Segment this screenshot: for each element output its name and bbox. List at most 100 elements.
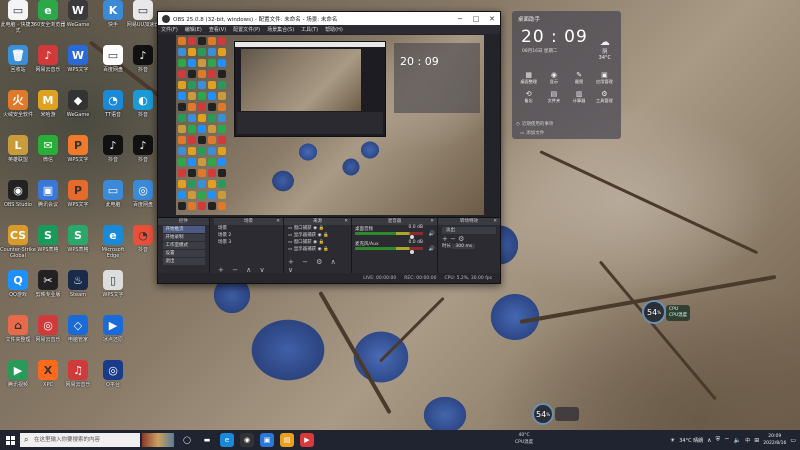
mixer-channel: 桌面音频 0.0 dB 🔊 [352, 225, 437, 240]
widget-shortcut[interactable]: ◉ 显示 [541, 71, 566, 85]
preview-clock-widget: 20 : 09 [394, 43, 480, 113]
preview-mini-icon [188, 92, 196, 100]
chevron-up-icon[interactable]: ∧ [707, 437, 711, 444]
taskbar-search-input[interactable]: 在这里输入你要搜索的内容 [20, 433, 140, 447]
menu-view[interactable]: 查看(V) [209, 26, 226, 33]
transition-tools[interactable]: + − ⚙ [438, 236, 500, 243]
desktop-icon[interactable]: ◎ 百度网盘 [125, 180, 161, 208]
obs-preview[interactable]: 20 : 09 [176, 35, 484, 215]
desktop-icon[interactable]: S WPS表格 [60, 225, 96, 253]
source-item[interactable]: ▭ 显示器捕获 ◉ 🔒 [284, 246, 351, 253]
speaker-icon[interactable]: 🔈 [734, 437, 741, 444]
widget-shortcut[interactable]: ⚙ 工具管理 [592, 90, 617, 104]
tray-clock[interactable]: 20:09 2022/8/16 [763, 433, 786, 447]
input-language[interactable]: 中 [745, 437, 750, 444]
obs-titlebar[interactable]: OBS 25.0.8 (32-bit, windows) - 配置文件: 未命名… [158, 12, 500, 25]
menu-tools[interactable]: 工具(T) [301, 26, 318, 33]
tray-weather[interactable]: 34°C 晴朗 [679, 437, 703, 444]
scene-item[interactable]: 场景 3 [214, 239, 283, 246]
transition-duration[interactable]: 时长 300 ms [438, 243, 500, 250]
minimize-icon[interactable]: ─ [452, 15, 468, 23]
folder-taskbar-icon[interactable]: ▤ [280, 433, 294, 447]
menu-scene-collection[interactable]: 场景集合(S) [267, 26, 294, 33]
desktop-icon[interactable]: ♨ Steam [60, 270, 96, 298]
preview-mini-icon [218, 125, 226, 133]
weather-icon[interactable]: ☀ [670, 437, 675, 444]
desktop-icon[interactable]: ◔ 抖音 [125, 225, 161, 253]
desktop-icon[interactable]: P WPS文字 [60, 180, 96, 208]
start-recording-button[interactable]: 开始录制 [162, 234, 205, 241]
scene-item[interactable]: 场景 [214, 225, 283, 232]
close-icon[interactable]: ✕ [484, 15, 500, 23]
preview-mini-icon [188, 158, 196, 166]
shield-icon[interactable]: ⛨ [716, 436, 721, 444]
start-streaming-button[interactable]: 开始推流 [162, 226, 205, 233]
widget-add-file[interactable]: ▭ 添加文件 [520, 130, 544, 136]
widget-shortcut[interactable]: ▣ 应用管理 [592, 71, 617, 85]
menu-edit[interactable]: 编辑(E) [185, 26, 202, 33]
widget-shortcut[interactable]: ▤ 文件夹 [541, 90, 566, 104]
desktop-icon[interactable]: P WPS文字 [60, 135, 96, 163]
obs-window[interactable]: OBS 25.0.8 (32-bit, windows) - 配置文件: 未命名… [157, 11, 501, 284]
desktop-icon[interactable]: ◆ WeGame [60, 90, 96, 118]
volume-slider[interactable] [410, 250, 414, 254]
desktop-icon[interactable]: ◐ 抖音 [125, 90, 161, 118]
widget-shortcut[interactable]: ⟲ 备忘 [516, 90, 541, 104]
volume-slider[interactable] [410, 235, 414, 239]
obs-statusbar: LIVE: 00:00:00 REC: 00:00:00 CPU: 5.2%, … [158, 273, 500, 283]
settings-button[interactable]: 设置 [162, 250, 205, 257]
menu-file[interactable]: 文件(F) [161, 26, 178, 33]
menu-help[interactable]: 帮助(H) [325, 26, 343, 33]
desktop-icon[interactable]: ▯ WPS文字 [95, 270, 131, 298]
preview-mini-icon [208, 169, 216, 177]
maximize-icon[interactable]: □ [468, 15, 484, 23]
dock-close-icon[interactable]: ✕ [430, 218, 434, 225]
widget-shortcut[interactable]: ✎ 截图 [567, 71, 592, 85]
desktop-icon[interactable]: W WeGame [60, 0, 96, 28]
desktop-icon[interactable]: ◎ Q平台 [95, 360, 131, 388]
source-item[interactable]: ▭ 窗口捕获 ◉ 🔒 [284, 225, 351, 232]
dock-close-icon[interactable]: ✕ [344, 218, 348, 225]
app-icon: L [8, 135, 28, 155]
widget-shortcut[interactable]: ▥ 计算器 [567, 90, 592, 104]
menu-profile[interactable]: 配置文件(P) [233, 26, 260, 33]
ime-icon[interactable]: ⊞ [754, 437, 759, 444]
desktop-icon[interactable]: ▶ 冰点还原 [95, 315, 131, 343]
obs-taskbar-icon[interactable]: ◉ [240, 433, 254, 447]
preview-mini-icon [178, 103, 186, 111]
desktop-icon[interactable]: ▭ 网易UU加速器 [125, 0, 161, 28]
source-item[interactable]: ▭ 窗口捕获 ◉ 🔒 [284, 239, 351, 246]
studio-mode-button[interactable]: 工作室模式 [162, 242, 205, 249]
app-icon: ♪ [133, 135, 153, 155]
video-taskbar-icon[interactable]: ▶ [300, 433, 314, 447]
exit-button[interactable]: 退出 [162, 258, 205, 265]
widget-shortcut-label: 备忘 [524, 98, 533, 103]
desktop-icon[interactable]: ♫ 网易云音乐 [60, 360, 96, 388]
preview-mini-icon [178, 147, 186, 155]
scene-item[interactable]: 场景 2 [214, 232, 283, 239]
notification-icon[interactable]: ▭ [790, 437, 796, 444]
desktop-icon[interactable]: ◇ 电脑管家 [60, 315, 96, 343]
file-explorer-icon[interactable]: ▬ [200, 433, 214, 447]
app-icon: ✉ [38, 135, 58, 155]
dock-close-icon[interactable]: ✕ [493, 218, 497, 225]
source-tools[interactable]: + − ⚙ ∧ ∨ [288, 258, 351, 274]
edge-icon[interactable]: e [220, 433, 234, 447]
dock-close-icon[interactable]: ✕ [276, 218, 280, 225]
task-view-icon[interactable]: ◯ [180, 433, 194, 447]
source-item[interactable]: ▭ 显示器捕获 ◉ 🔒 [284, 232, 351, 239]
transition-select[interactable]: 淡出 [442, 227, 496, 234]
network-icon[interactable]: ⌔ [724, 436, 730, 444]
widget-recent[interactable]: ◷ 近期使用的事项 [516, 121, 553, 127]
mute-icon[interactable]: 🔊 [429, 231, 435, 237]
desktop-icon[interactable]: ♪ 抖音 [125, 45, 161, 73]
obs-logo-icon [162, 14, 170, 23]
app-taskbar-icon[interactable]: ▣ [260, 433, 274, 447]
start-button[interactable] [0, 430, 20, 450]
desktop-icon[interactable]: W WPS文字 [60, 45, 96, 73]
desktop-icon[interactable]: ♪ 抖音 [125, 135, 161, 163]
preview-mini-icon [188, 136, 196, 144]
desktop-clock-widget[interactable]: 桌面助手 20 : 09 08月16日 星期二 ☁ 阴 34°C ▦ 桌面整理 ◉ 显… [512, 11, 621, 139]
mute-icon[interactable]: 🔊 [429, 246, 435, 252]
widget-shortcut[interactable]: ▦ 桌面整理 [516, 71, 541, 85]
